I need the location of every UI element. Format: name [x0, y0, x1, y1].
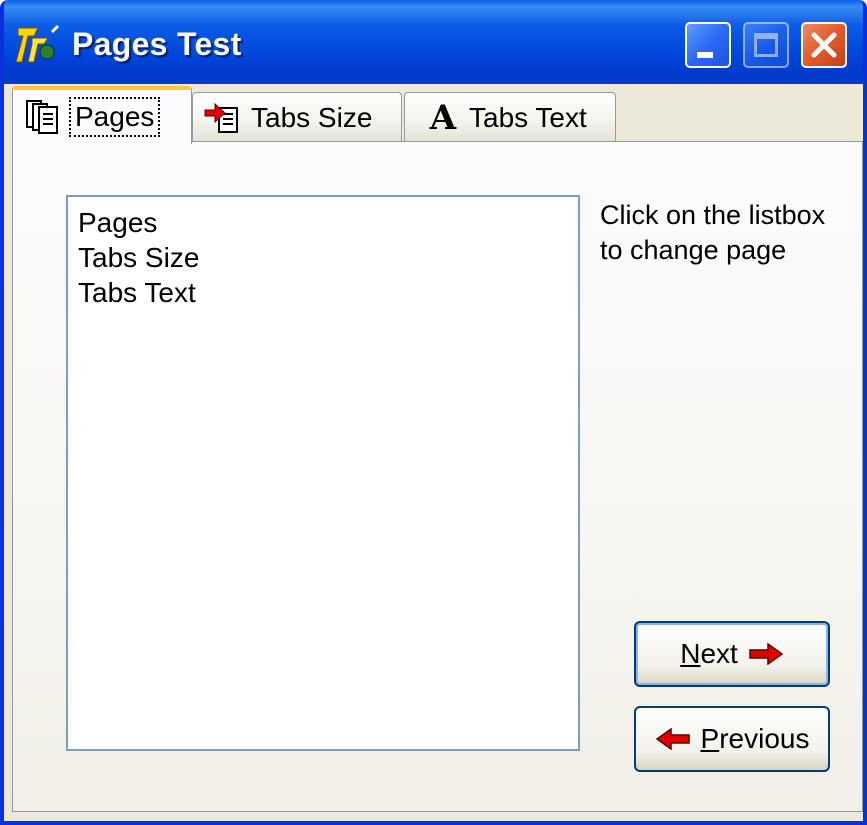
- maximize-icon: [754, 33, 778, 57]
- minimize-button[interactable]: [685, 22, 731, 68]
- tab-pages-label: Pages: [69, 97, 161, 137]
- tabs-size-icon: [204, 102, 238, 133]
- list-item[interactable]: Pages: [78, 205, 568, 240]
- list-item[interactable]: Tabs Text: [78, 275, 568, 310]
- arrow-left-icon: [655, 728, 690, 750]
- close-icon: [811, 32, 837, 58]
- title-bar[interactable]: Pages Test: [4, 0, 863, 84]
- font-a-icon: A: [429, 97, 457, 138]
- next-button-label: Next: [680, 638, 738, 669]
- next-button[interactable]: Next: [634, 621, 830, 687]
- instruction-text: Click on the listbox to change page: [600, 198, 850, 268]
- arrow-right-icon: [749, 643, 784, 665]
- instruction-line-2: to change page: [600, 235, 787, 265]
- pages-listbox[interactable]: Pages Tabs Size Tabs Text: [66, 195, 580, 751]
- tab-tabs-size-label: Tabs Size: [251, 101, 373, 133]
- tab-tabs-text[interactable]: A Tabs Text: [404, 92, 616, 142]
- list-item[interactable]: Tabs Size: [78, 240, 568, 275]
- tab-pages[interactable]: Pages: [12, 86, 192, 144]
- app-logo-icon[interactable]: [16, 22, 60, 66]
- window-title: Pages Test: [72, 26, 242, 62]
- close-button[interactable]: [801, 22, 847, 68]
- minimize-icon: [697, 52, 713, 58]
- instruction-line-1: Click on the listbox: [600, 200, 826, 230]
- previous-button[interactable]: Previous: [634, 706, 830, 772]
- maximize-button[interactable]: [743, 22, 789, 68]
- tab-tabs-size[interactable]: Tabs Size: [192, 92, 402, 142]
- tab-tabs-text-label: Tabs Text: [469, 101, 587, 133]
- pages-icon: [26, 100, 58, 134]
- previous-button-label: Previous: [700, 723, 810, 754]
